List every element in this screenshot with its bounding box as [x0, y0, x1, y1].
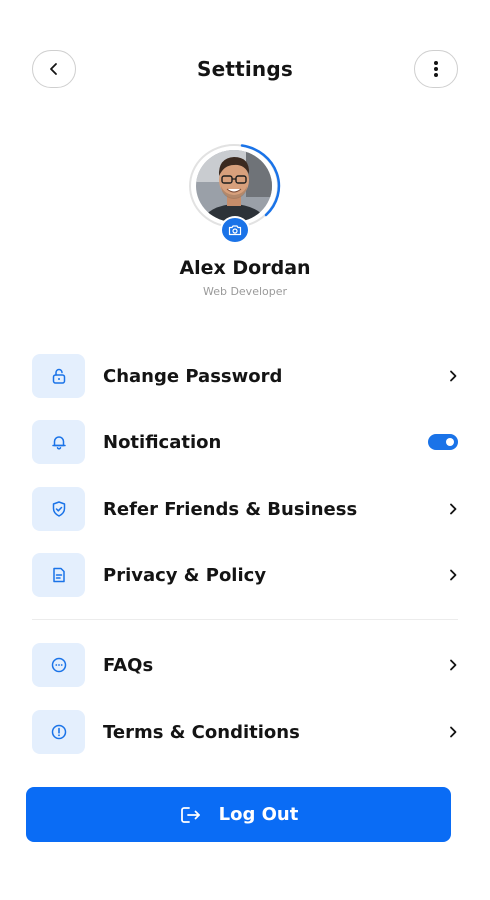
change-photo-button[interactable]	[220, 216, 250, 244]
chevron-left-icon	[50, 63, 57, 75]
profile-avatar-container	[184, 142, 292, 244]
chevron-right-icon	[450, 370, 457, 382]
menu-item-trailing	[428, 659, 458, 671]
toggle-knob	[446, 438, 454, 446]
chat-dots-icon	[51, 657, 66, 673]
menu-item-change-password[interactable]: Change Password	[32, 353, 458, 399]
menu-icon-box	[32, 354, 85, 398]
lock-icon	[52, 368, 65, 384]
menu-item-trailing	[428, 434, 458, 450]
menu-item-label: Notification	[103, 431, 222, 453]
logout-label: Log Out	[218, 804, 299, 825]
menu-item-trailing	[428, 370, 458, 382]
menu-icon-box	[32, 487, 85, 531]
menu-icon-box	[32, 553, 85, 597]
menu-item-label: Terms & Conditions	[103, 721, 300, 743]
menu-item-label: Privacy & Policy	[103, 564, 267, 586]
alert-circle-icon	[51, 724, 66, 740]
menu-item-faqs[interactable]: FAQs	[32, 642, 458, 688]
menu-item-terms-conditions[interactable]: Terms & Conditions	[32, 709, 458, 755]
menu-item-label: FAQs	[103, 654, 154, 676]
profile-role: Web Developer	[202, 285, 288, 298]
menu-item-trailing	[428, 569, 458, 581]
logout-button[interactable]: Log Out	[26, 787, 451, 842]
profile-name: Alex Dordan	[179, 257, 311, 279]
bell-icon	[51, 436, 66, 450]
menu-icon-box	[32, 420, 85, 464]
menu-item-trailing	[428, 726, 458, 738]
menu-icon-box	[32, 643, 85, 687]
menu-item-privacy-policy[interactable]: Privacy & Policy	[32, 552, 458, 598]
menu-item-trailing	[428, 503, 458, 515]
logout-icon	[180, 806, 200, 823]
more-options-button[interactable]	[413, 50, 458, 88]
menu-item-label: Change Password	[103, 365, 283, 387]
menu-item-notification[interactable]: Notification	[32, 419, 458, 465]
chevron-right-icon	[450, 726, 457, 738]
menu-item-refer-friends[interactable]: Refer Friends & Business	[32, 486, 458, 532]
camera-icon	[228, 225, 242, 236]
notification-toggle[interactable]	[428, 434, 458, 450]
chevron-right-icon	[450, 659, 457, 671]
shield-check-icon	[52, 501, 65, 517]
section-divider	[32, 619, 458, 620]
document-icon	[52, 567, 65, 583]
menu-icon-box	[32, 710, 85, 754]
page-title: Settings	[196, 57, 293, 81]
more-vertical-icon	[433, 61, 438, 77]
menu-item-label: Refer Friends & Business	[103, 498, 358, 520]
header-bar: Settings	[32, 48, 458, 90]
chevron-right-icon	[450, 503, 457, 515]
chevron-right-icon	[450, 569, 457, 581]
back-button[interactable]	[32, 50, 76, 88]
